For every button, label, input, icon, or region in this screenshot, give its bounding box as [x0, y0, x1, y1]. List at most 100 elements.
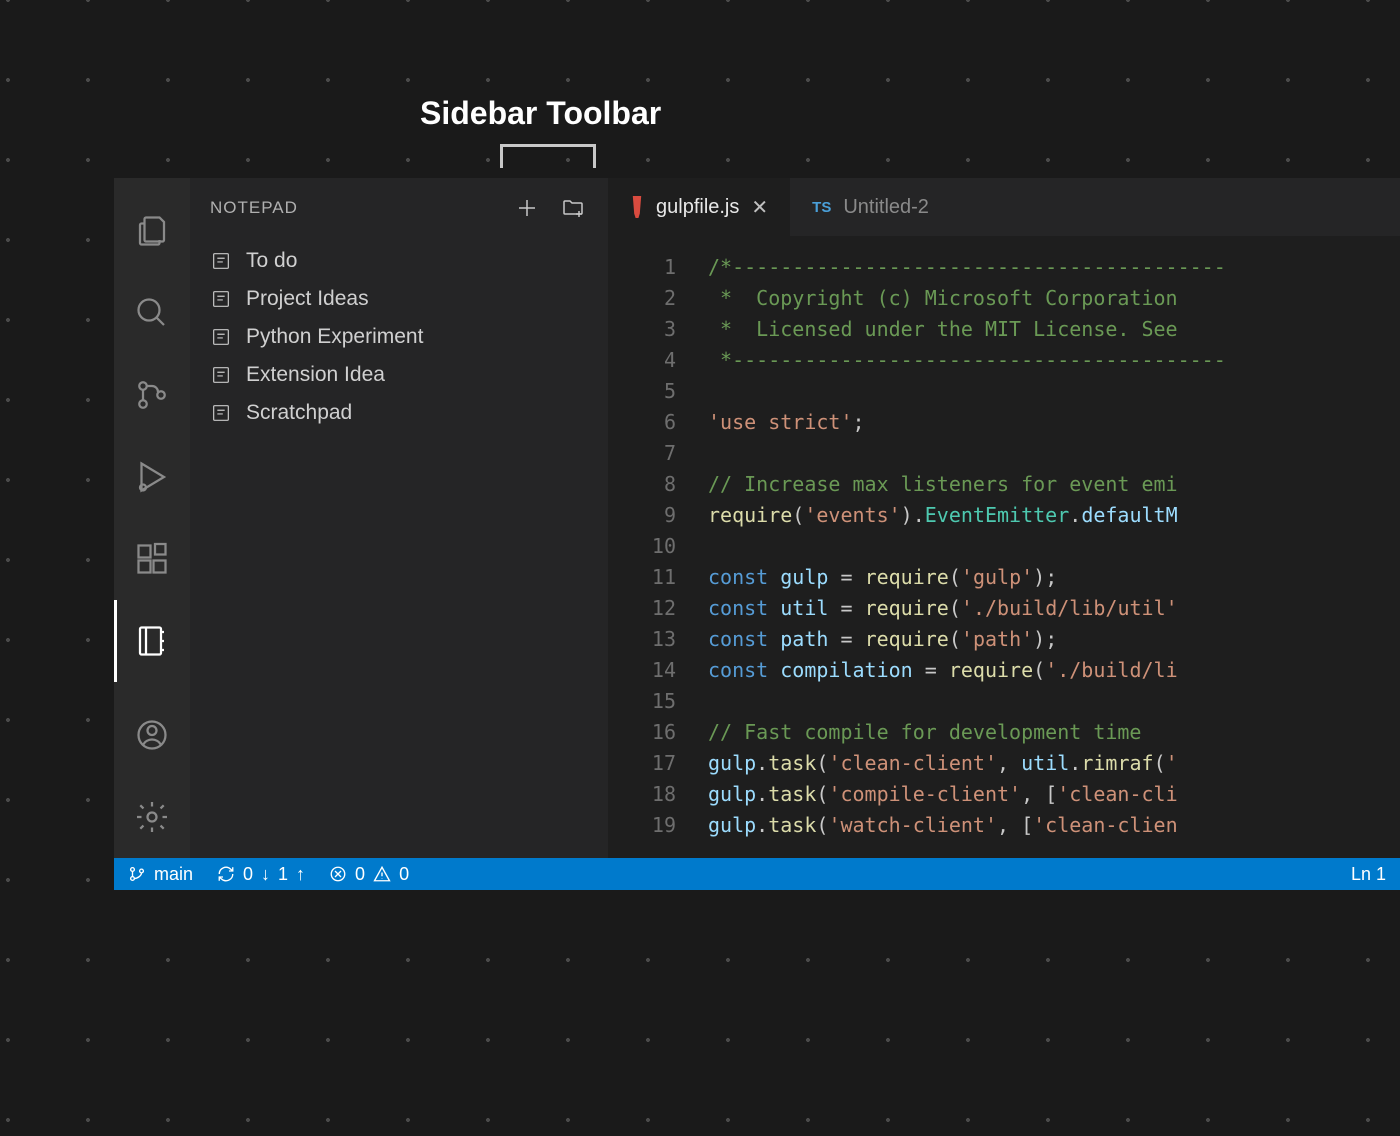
up-arrow-icon: ↑ — [296, 864, 305, 885]
sidebar-item[interactable]: Python Experiment — [190, 318, 608, 356]
code-line: /*--------------------------------------… — [708, 252, 1400, 283]
line-number: 13 — [608, 624, 676, 655]
new-folder-icon — [561, 196, 585, 220]
line-number: 6 — [608, 407, 676, 438]
code-line: * Licensed under the MIT License. See — [708, 314, 1400, 345]
note-icon — [210, 288, 232, 310]
sync-icon — [217, 865, 235, 883]
code-line: const util = require('./build/lib/util' — [708, 593, 1400, 624]
code-line: const gulp = require('gulp'); — [708, 562, 1400, 593]
code-line: gulp.task('compile-client', ['clean-cli — [708, 779, 1400, 810]
activity-account[interactable] — [114, 694, 190, 776]
sidebar-item-label: To do — [246, 249, 297, 273]
status-problems[interactable]: 0 0 — [329, 864, 409, 885]
activity-debug[interactable] — [114, 436, 190, 518]
line-number: 16 — [608, 717, 676, 748]
line-number: 10 — [608, 531, 676, 562]
activity-bar — [114, 178, 190, 858]
code-line — [708, 376, 1400, 407]
note-icon — [210, 402, 232, 424]
code-line: 'use strict'; — [708, 407, 1400, 438]
activity-notepad[interactable] — [114, 600, 190, 682]
down-arrow-icon: ↓ — [261, 864, 270, 885]
sync-down-count: 0 — [243, 864, 253, 885]
sidebar-item-label: Project Ideas — [246, 287, 369, 311]
activity-explorer[interactable] — [114, 190, 190, 272]
activity-source-control[interactable] — [114, 354, 190, 436]
tab-bar: gulpfile.js ✕ TS Untitled-2 — [608, 178, 1400, 236]
source-control-icon — [134, 377, 170, 413]
typescript-icon: TS — [812, 199, 831, 216]
code-line: require('events').EventEmitter.defaultM — [708, 500, 1400, 531]
sidebar-toolbar — [512, 193, 588, 223]
code-line: *---------------------------------------… — [708, 345, 1400, 376]
search-icon — [134, 295, 170, 331]
code-line: // Fast compile for development time — [708, 717, 1400, 748]
sidebar-item[interactable]: Extension Idea — [190, 356, 608, 394]
status-cursor[interactable]: Ln 1 — [1351, 864, 1386, 885]
sidebar-item-label: Python Experiment — [246, 325, 423, 349]
status-branch[interactable]: main — [128, 864, 193, 885]
code-content: /*--------------------------------------… — [708, 252, 1400, 858]
line-number: 14 — [608, 655, 676, 686]
sidebar-title: NOTEPAD — [210, 198, 512, 218]
annotation-label: Sidebar Toolbar — [420, 95, 661, 132]
sidebar-list: To do Project Ideas Python Experiment Exten… — [190, 238, 608, 436]
line-number: 1 — [608, 252, 676, 283]
gulp-icon — [630, 196, 644, 218]
extensions-icon — [134, 541, 170, 577]
warning-icon — [373, 865, 391, 883]
note-icon — [210, 250, 232, 272]
code-line — [708, 686, 1400, 717]
code-area[interactable]: 12345678910111213141516171819 /*--------… — [608, 236, 1400, 858]
line-number: 5 — [608, 376, 676, 407]
plus-icon — [515, 196, 539, 220]
code-line: gulp.task('clean-client', util.rimraf(' — [708, 748, 1400, 779]
line-number-gutter: 12345678910111213141516171819 — [608, 252, 708, 858]
editor-area: gulpfile.js✕TSUntitled-2 123456789101112… — [608, 178, 1400, 858]
code-line: gulp.task('watch-client', ['clean-clien — [708, 810, 1400, 841]
branch-icon — [128, 865, 146, 883]
line-number: 4 — [608, 345, 676, 376]
line-number: 11 — [608, 562, 676, 593]
files-icon — [134, 213, 170, 249]
line-number: 9 — [608, 500, 676, 531]
editor-window: NOTEPAD To do Project Ideas Python Experim… — [114, 178, 1400, 890]
sidebar-item[interactable]: To do — [190, 242, 608, 280]
user-icon — [134, 717, 170, 753]
sidebar-item[interactable]: Project Ideas — [190, 280, 608, 318]
status-bar: main 0↓ 1↑ 0 0 Ln 1 — [114, 858, 1400, 890]
notebook-icon — [134, 623, 170, 659]
code-line: const path = require('path'); — [708, 624, 1400, 655]
line-number: 18 — [608, 779, 676, 810]
new-note-button[interactable] — [512, 193, 542, 223]
code-line: * Copyright (c) Microsoft Corporation — [708, 283, 1400, 314]
line-number: 15 — [608, 686, 676, 717]
activity-settings[interactable] — [114, 776, 190, 858]
activity-extensions[interactable] — [114, 518, 190, 600]
sidebar-item[interactable]: Scratchpad — [190, 394, 608, 432]
status-sync[interactable]: 0↓ 1↑ — [217, 864, 305, 885]
code-line: // Increase max listeners for event emi — [708, 469, 1400, 500]
line-number: 12 — [608, 593, 676, 624]
main-area: NOTEPAD To do Project Ideas Python Experim… — [114, 178, 1400, 858]
line-number: 8 — [608, 469, 676, 500]
line-number: 3 — [608, 314, 676, 345]
sidebar-item-label: Scratchpad — [246, 401, 352, 425]
sidebar: NOTEPAD To do Project Ideas Python Experim… — [190, 178, 608, 858]
tab-label: Untitled-2 — [843, 196, 929, 219]
note-icon — [210, 364, 232, 386]
line-number: 7 — [608, 438, 676, 469]
tab-label: gulpfile.js — [656, 196, 739, 219]
sidebar-item-label: Extension Idea — [246, 363, 385, 387]
play-bug-icon — [134, 459, 170, 495]
tab[interactable]: TS Untitled-2 — [790, 178, 951, 236]
code-line — [708, 531, 1400, 562]
new-folder-button[interactable] — [558, 193, 588, 223]
error-count: 0 — [355, 864, 365, 885]
activity-search[interactable] — [114, 272, 190, 354]
close-icon[interactable]: ✕ — [751, 195, 768, 220]
error-icon — [329, 865, 347, 883]
tab[interactable]: gulpfile.js ✕ — [608, 178, 790, 236]
line-number: 19 — [608, 810, 676, 841]
